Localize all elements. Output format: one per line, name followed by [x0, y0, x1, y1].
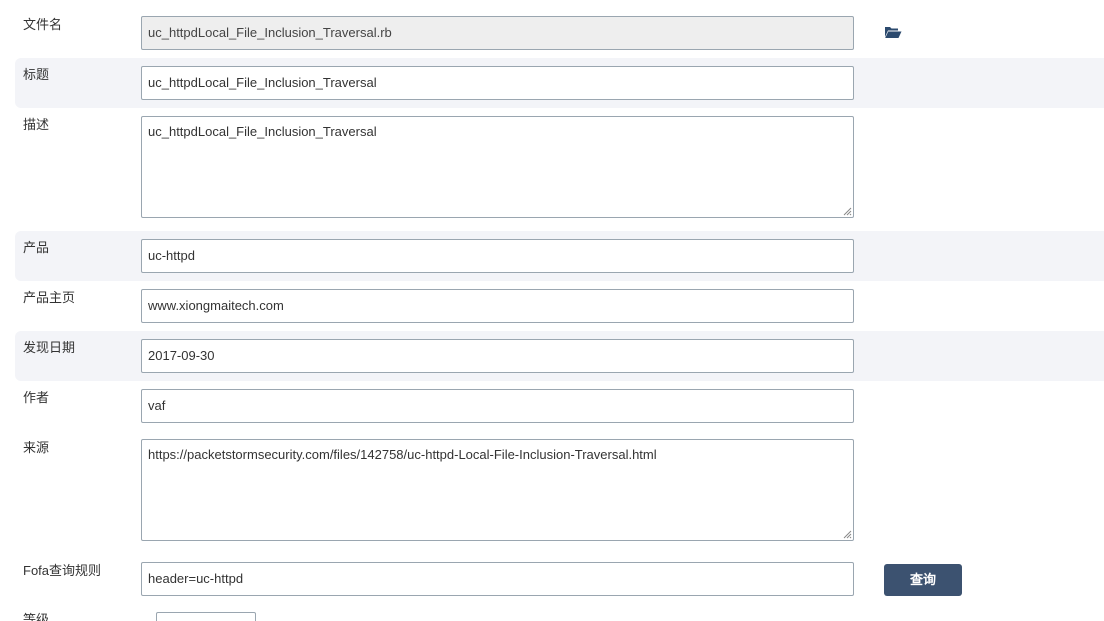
homepage-label: 产品主页	[23, 290, 76, 305]
folder-open-icon[interactable]	[884, 25, 902, 39]
source-label: 来源	[23, 440, 50, 455]
level-select[interactable]	[156, 612, 256, 621]
disclosure-date-label: 发现日期	[23, 340, 76, 355]
disclosure-date-field[interactable]: 2017-09-30	[141, 339, 854, 373]
query-button[interactable]: 查询	[884, 564, 962, 596]
product-label: 产品	[23, 240, 50, 255]
description-textarea[interactable]: uc_httpdLocal_File_Inclusion_Traversal	[141, 116, 854, 218]
resize-grip-icon[interactable]	[843, 530, 852, 539]
source-text: https://packetstormsecurity.com/files/14…	[148, 447, 657, 462]
level-label: 等级	[23, 612, 50, 621]
product-field[interactable]: uc-httpd	[141, 239, 854, 273]
title-field[interactable]: uc_httpdLocal_File_Inclusion_Traversal	[141, 66, 854, 100]
source-textarea[interactable]: https://packetstormsecurity.com/files/14…	[141, 439, 854, 541]
filename-label: 文件名	[23, 17, 63, 32]
homepage-field[interactable]: www.xiongmaitech.com	[141, 289, 854, 323]
resize-grip-icon[interactable]	[843, 207, 852, 216]
poc-edit-form: 文件名 uc_httpdLocal_File_Inclusion_Travers…	[0, 0, 1104, 621]
title-label: 标题	[23, 67, 50, 82]
fofa-query-field[interactable]: header=uc-httpd	[141, 562, 854, 596]
author-field[interactable]: vaf	[141, 389, 854, 423]
description-text: uc_httpdLocal_File_Inclusion_Traversal	[148, 124, 377, 139]
fofa-query-label: Fofa查询规则	[23, 563, 102, 578]
filename-field[interactable]: uc_httpdLocal_File_Inclusion_Traversal.r…	[141, 16, 854, 50]
description-label: 描述	[23, 117, 50, 132]
author-label: 作者	[23, 390, 50, 405]
